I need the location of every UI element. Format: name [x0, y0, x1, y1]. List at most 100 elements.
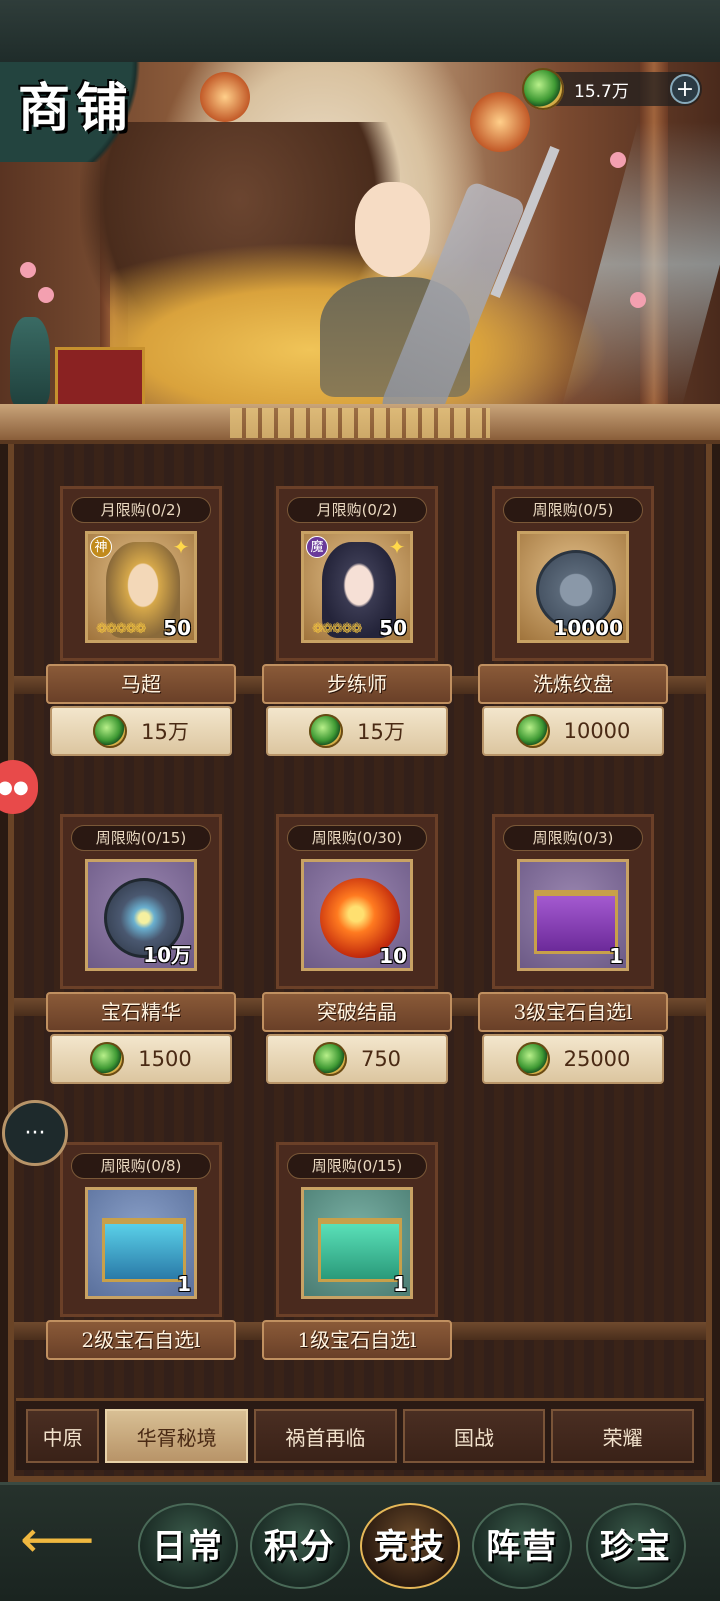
shop-item-card[interactable]: 月限购(0/2) 神 ✦ ❁❁❁❁❁ 50 马超 15万 [46, 486, 236, 766]
item-name: 步练师 [262, 664, 452, 704]
item-thumbnail[interactable]: 1 [85, 1187, 197, 1299]
purchase-limit-label: 周限购(0/8) [71, 1153, 211, 1179]
sparkle-icon: ✦ [388, 535, 406, 559]
gem-chest-icon [534, 890, 618, 954]
item-thumbnail[interactable]: 魔 ✦ ❁❁❁❁❁ 50 [301, 531, 413, 643]
item-frame: 周限购(0/3) 1 [492, 814, 654, 989]
faction-badge: 魔 [306, 536, 328, 558]
nav-daily[interactable]: 日常 [138, 1503, 238, 1589]
sparkle-icon: ✦ [172, 535, 190, 559]
purchase-limit-label: 周限购(0/3) [503, 825, 643, 851]
item-name: 1级宝石自选l [262, 1320, 452, 1360]
page-title: 商铺 [18, 78, 135, 139]
tab-zhongyuan[interactable]: 中原 [26, 1409, 100, 1463]
item-quantity: 1 [393, 1272, 407, 1296]
lantern-icon [470, 92, 530, 152]
nav-treasure[interactable]: 珍宝 [586, 1503, 686, 1589]
lantern-icon [200, 72, 250, 122]
nav-points[interactable]: 积分 [250, 1503, 350, 1589]
jade-coin-icon [515, 714, 550, 748]
tab-huaxu-secret-realm[interactable]: 华胥秘境 [105, 1409, 248, 1463]
status-strip [0, 0, 720, 62]
tab-huoshou-zailin[interactable]: 祸首再临 [254, 1409, 397, 1463]
face-icon: ●● [0, 776, 29, 798]
blossom-icon [38, 287, 54, 303]
back-arrow-icon[interactable]: ⟵ [20, 1513, 110, 1567]
nav-arena[interactable]: 竞技 [360, 1503, 460, 1589]
shop-item-card[interactable]: 周限购(0/3) 1 3级宝石自选l 25000 [478, 814, 668, 1094]
item-quantity: 10000 [553, 616, 623, 640]
bottom-nav: ⟵ 日常 积分 竞技 阵营 珍宝 [0, 1482, 720, 1601]
treasure-box-icon [55, 347, 145, 407]
buy-price-button[interactable]: 15万 [50, 706, 232, 756]
star-rating: ❁❁❁❁❁ [96, 621, 147, 637]
item-frame: 月限购(0/2) 神 ✦ ❁❁❁❁❁ 50 [60, 486, 222, 661]
blossom-icon [610, 152, 626, 168]
shop-item-card[interactable]: 周限购(0/30) 10 突破结晶 750 [262, 814, 452, 1094]
item-frame: 周限购(0/8) 1 [60, 1142, 222, 1317]
purchase-limit-label: 周限购(0/5) [503, 497, 643, 523]
shop-item-card[interactable]: 周限购(0/5) 10000 洗炼纹盘 10000 [478, 486, 668, 766]
price-value: 15万 [357, 720, 405, 744]
item-quantity: 1 [177, 1272, 191, 1296]
purchase-limit-label: 周限购(0/15) [287, 1153, 427, 1179]
gem-chest-icon [102, 1218, 186, 1282]
tab-glory[interactable]: 荣耀 [551, 1409, 695, 1463]
item-quantity: 10 [379, 944, 407, 968]
shop-item-card[interactable]: 月限购(0/2) 魔 ✦ ❁❁❁❁❁ 50 步练师 15万 [262, 486, 452, 766]
item-frame: 月限购(0/2) 魔 ✦ ❁❁❁❁❁ 50 [276, 486, 438, 661]
item-name: 2级宝石自选l [46, 1320, 236, 1360]
item-name: 3级宝石自选l [478, 992, 668, 1032]
shop-item-card[interactable]: 周限购(0/15) 1 1级宝石自选l [262, 1142, 452, 1376]
item-frame: 周限购(0/5) 10000 [492, 486, 654, 661]
purchase-limit-label: 周限购(0/30) [287, 825, 427, 851]
shop-item-card[interactable]: 周限购(0/15) 10万 宝石精华 1500 [46, 814, 236, 1094]
item-thumbnail[interactable]: 10 [301, 859, 413, 971]
nav-camp[interactable]: 阵营 [472, 1503, 572, 1589]
item-quantity: 10万 [143, 943, 191, 967]
item-name: 突破结晶 [262, 992, 452, 1032]
buy-price-button[interactable]: 1500 [50, 1034, 232, 1084]
jade-coin-icon [515, 1042, 550, 1076]
price-value: 1500 [138, 1047, 192, 1071]
item-name: 宝石精华 [46, 992, 236, 1032]
price-value: 10000 [563, 719, 631, 743]
buy-price-button[interactable]: 15万 [266, 706, 448, 756]
shop-item-card[interactable]: 周限购(0/8) 1 2级宝石自选l [46, 1142, 236, 1376]
item-thumbnail[interactable]: 1 [517, 859, 629, 971]
item-frame: 周限购(0/15) 10万 [60, 814, 222, 989]
vase-icon [10, 317, 50, 407]
buy-price-button[interactable]: 750 [266, 1034, 448, 1084]
price-value: 15万 [141, 720, 189, 744]
item-thumbnail[interactable]: 神 ✦ ❁❁❁❁❁ 50 [85, 531, 197, 643]
purchase-limit-label: 周限购(0/15) [71, 825, 211, 851]
item-thumbnail[interactable]: 1 [301, 1187, 413, 1299]
jade-coin-icon [93, 714, 128, 748]
tab-national-war[interactable]: 国战 [402, 1409, 546, 1463]
star-rating: ❁❁❁❁❁ [312, 621, 363, 637]
buy-price-button[interactable]: 10000 [482, 706, 664, 756]
price-value: 25000 [563, 1047, 631, 1071]
gem-chest-icon [318, 1218, 402, 1282]
item-frame: 周限购(0/15) 1 [276, 1142, 438, 1317]
purchase-limit-label: 月限购(0/2) [287, 497, 427, 523]
blossom-icon [20, 262, 36, 278]
item-name: 马超 [46, 664, 236, 704]
item-thumbnail[interactable]: 10万 [85, 859, 197, 971]
currency-display: 15.7万 + [522, 68, 702, 110]
faction-badge: 神 [90, 536, 112, 558]
add-currency-button[interactable]: + [670, 74, 700, 104]
shopkeeper-face [355, 182, 430, 277]
jade-coin-icon [309, 714, 344, 748]
chat-button[interactable]: ··· [2, 1100, 68, 1166]
purchase-limit-label: 月限购(0/2) [71, 497, 211, 523]
buy-price-button[interactable]: 25000 [482, 1034, 664, 1084]
item-quantity: 50 [379, 616, 407, 640]
panel-top-trim [0, 404, 720, 444]
price-value: 750 [360, 1047, 402, 1071]
shop-category-tabs: 中原 华胥秘境 祸首再临 国战 荣耀 [16, 1398, 704, 1470]
item-thumbnail[interactable]: 10000 [517, 531, 629, 643]
jade-coin-icon [90, 1042, 125, 1076]
chat-bubble-icon: ··· [24, 1120, 46, 1146]
item-quantity: 1 [609, 944, 623, 968]
